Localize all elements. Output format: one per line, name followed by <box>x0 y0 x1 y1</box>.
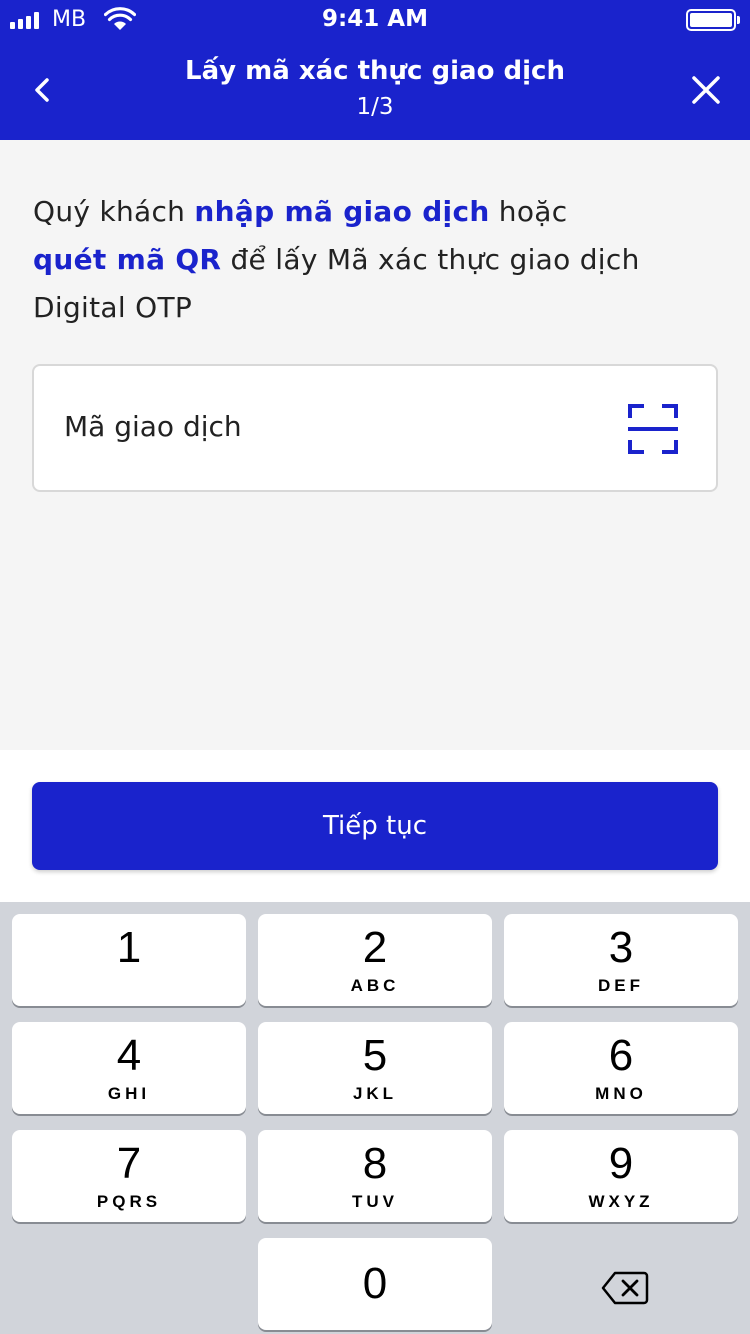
key-letters: WXYZ <box>588 1192 654 1211</box>
navigation-header: Lấy mã xác thực giao dịch 1/3 <box>0 40 750 140</box>
backspace-icon <box>601 1271 649 1305</box>
key-3[interactable]: 3 DEF <box>504 914 738 1006</box>
key-4[interactable]: 4 GHI <box>12 1022 246 1114</box>
key-number: 9 <box>608 1139 634 1188</box>
key-1[interactable]: 1 <box>12 914 246 1006</box>
transaction-code-placeholder: Mã giao dịch <box>64 410 242 443</box>
instruction-part: Quý khách <box>33 195 195 228</box>
key-letters: TUV <box>352 1192 398 1211</box>
key-letters: DEF <box>598 976 644 995</box>
key-number: 1 <box>116 923 142 972</box>
key-number: 8 <box>362 1139 388 1188</box>
status-time: 9:41 AM <box>322 6 428 32</box>
continue-button[interactable]: Tiếp tục <box>32 782 718 870</box>
key-number: 3 <box>608 923 634 972</box>
key-0[interactable]: 0 <box>258 1238 492 1330</box>
instruction-text: Quý khách nhập mã giao dịch hoặc quét mã… <box>33 188 723 332</box>
instruction-part: hoặc <box>489 195 568 228</box>
key-letters: PQRS <box>96 1192 162 1211</box>
key-7[interactable]: 7 PQRS <box>12 1130 246 1222</box>
battery-icon <box>686 9 740 31</box>
delete-key[interactable] <box>580 1260 670 1316</box>
key-6[interactable]: 6 MNO <box>504 1022 738 1114</box>
action-footer: Tiếp tục <box>0 750 750 902</box>
instruction-highlight-enter-code: nhập mã giao dịch <box>194 195 490 228</box>
close-button[interactable] <box>684 68 728 112</box>
key-number: 2 <box>362 923 388 972</box>
close-icon <box>692 76 720 104</box>
key-letters: ABC <box>350 976 400 995</box>
page-title: Lấy mã xác thực giao dịch <box>185 56 565 86</box>
key-number: 0 <box>362 1259 388 1308</box>
key-number: 7 <box>116 1139 142 1188</box>
key-number: 5 <box>362 1031 388 1080</box>
key-number: 4 <box>116 1031 142 1080</box>
key-letters: MNO <box>595 1084 647 1103</box>
qr-scan-icon[interactable] <box>628 404 678 454</box>
key-letters: JKL <box>352 1084 398 1103</box>
key-2[interactable]: 2 ABC <box>258 914 492 1006</box>
status-bar: MB 9:41 AM <box>0 0 750 40</box>
key-5[interactable]: 5 JKL <box>258 1022 492 1114</box>
key-9[interactable]: 9 WXYZ <box>504 1130 738 1222</box>
app-header-region: MB 9:41 AM Lấy mã xác thực giao dịch 1/3 <box>0 0 750 140</box>
key-8[interactable]: 8 TUV <box>258 1130 492 1222</box>
instruction-highlight-scan-qr: quét mã QR <box>33 243 222 276</box>
numeric-keypad: 1 2 ABC 3 DEF 4 GHI 5 JKL 6 MNO 7 PQRS 8 TUV 9 W… <box>0 902 750 1334</box>
key-number: 6 <box>608 1031 634 1080</box>
transaction-code-field[interactable]: Mã giao dịch <box>32 364 718 492</box>
step-indicator: 1/3 <box>356 94 394 120</box>
chevron-left-icon <box>35 78 49 102</box>
back-button[interactable] <box>22 68 62 112</box>
key-letters: GHI <box>107 1084 151 1103</box>
